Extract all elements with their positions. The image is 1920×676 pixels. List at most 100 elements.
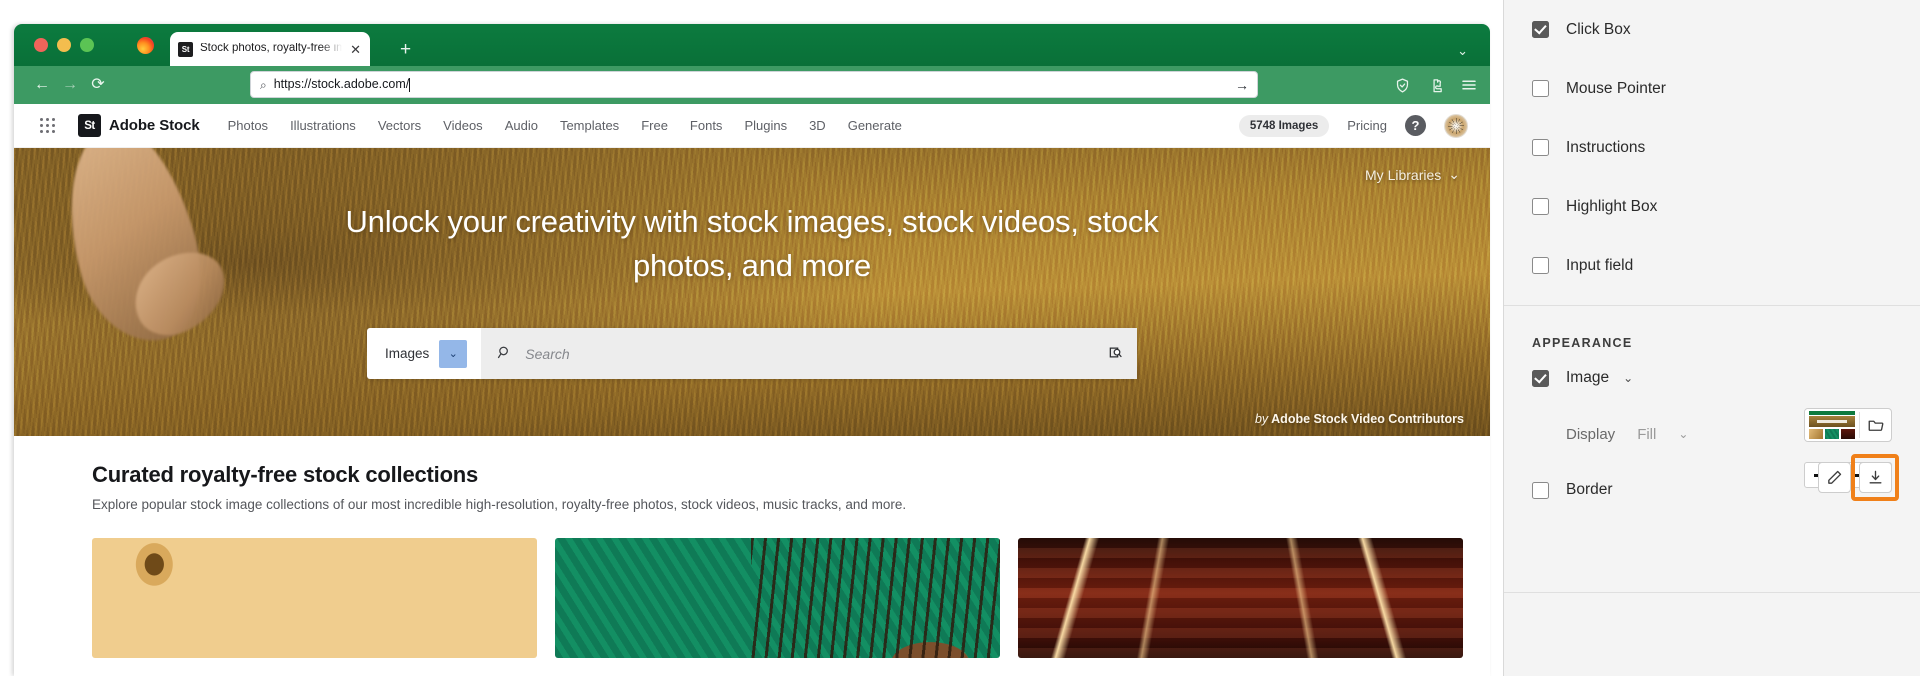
close-window-button[interactable] — [34, 38, 48, 52]
nav-link-photos[interactable]: Photos — [228, 118, 268, 133]
go-arrow-button[interactable]: → — [1235, 78, 1249, 92]
checkbox-mouse-pointer[interactable] — [1532, 80, 1549, 97]
checkbox-image[interactable] — [1532, 369, 1549, 387]
browser-tab[interactable]: St Stock photos, royalty-free imag ✕ — [170, 32, 370, 66]
avatar[interactable] — [1444, 113, 1468, 138]
firefox-logo-icon — [137, 37, 154, 54]
search-icon — [497, 345, 512, 363]
app-grid-icon[interactable] — [38, 117, 56, 135]
collection-card[interactable] — [1018, 538, 1463, 658]
search-input[interactable]: Search — [525, 346, 1094, 362]
adobe-stock-mark-icon: St — [78, 114, 101, 137]
help-icon[interactable]: ? — [1405, 115, 1426, 136]
nav-link-audio[interactable]: Audio — [505, 118, 538, 133]
nav-link-videos[interactable]: Videos — [443, 118, 483, 133]
my-libraries-menu[interactable]: My Libraries ⌄ — [1365, 166, 1460, 183]
image-thumbnail-preview[interactable] — [1805, 409, 1859, 441]
chevron-down-icon[interactable]: ⌄ — [1457, 44, 1468, 57]
address-bar[interactable]: ⌕ https://stock.adobe.com/ → — [250, 71, 1258, 98]
tab-title: Stock photos, royalty-free imag — [200, 43, 343, 55]
back-button[interactable]: ← — [28, 71, 56, 99]
thumbnail-card-2 — [1825, 429, 1839, 439]
browser-window: St Stock photos, royalty-free imag ✕ + ⌄… — [14, 24, 1490, 676]
browser-tab-strip: St Stock photos, royalty-free imag ✕ + ⌄ — [14, 24, 1490, 66]
brand-logo[interactable]: St Adobe Stock — [78, 114, 200, 137]
search-input-wrapper[interactable]: Search — [481, 328, 1137, 379]
forward-button[interactable]: → — [56, 71, 84, 99]
chevron-down-icon[interactable]: ⌄ — [1678, 427, 1688, 441]
maximize-window-button[interactable] — [80, 38, 94, 52]
web-page-content: St Adobe Stock Photos Illustrations Vect… — [14, 104, 1490, 676]
option-mouse-pointer[interactable]: Mouse Pointer — [1532, 59, 1920, 118]
browser-toolbar: ← → ⟳ ⌕ https://stock.adobe.com/ → — [14, 66, 1490, 104]
pricing-link[interactable]: Pricing — [1347, 118, 1387, 133]
chevron-down-icon[interactable]: ⌄ — [1623, 371, 1633, 385]
thumbnail-card-1 — [1809, 429, 1823, 439]
image-action-buttons — [1818, 462, 1892, 493]
collection-card[interactable] — [555, 538, 1000, 658]
download-image-button[interactable] — [1859, 462, 1892, 493]
hero-credit: by Adobe Stock Video Contributors — [1255, 412, 1464, 426]
collection-card[interactable] — [92, 538, 537, 658]
shield-icon[interactable] — [1394, 77, 1411, 94]
reload-button[interactable]: ⟳ — [84, 71, 112, 99]
appearance-heading: APPEARANCE — [1532, 336, 1633, 350]
image-source-control[interactable] — [1804, 408, 1892, 442]
site-header-right: 5748 Images Pricing ? — [1238, 113, 1468, 138]
appearance-image-row[interactable]: Image ⌄ — [1532, 350, 1920, 406]
nav-link-templates[interactable]: Templates — [560, 118, 619, 133]
nav-link-free[interactable]: Free — [641, 118, 668, 133]
option-highlight-box[interactable]: Highlight Box — [1532, 177, 1920, 236]
search-type-label: Images — [385, 346, 430, 361]
option-label: Instructions — [1566, 138, 1646, 156]
folder-icon[interactable] — [1860, 416, 1891, 434]
option-label: Input field — [1566, 256, 1634, 274]
appearance-border-label: Border — [1566, 481, 1613, 498]
hamburger-menu-icon[interactable] — [1460, 76, 1478, 94]
chevron-down-icon: ⌄ — [1448, 166, 1460, 182]
checkbox-click-box[interactable] — [1532, 21, 1549, 38]
minimize-window-button[interactable] — [57, 38, 71, 52]
screenshot-canvas: St Stock photos, royalty-free imag ✕ + ⌄… — [0, 0, 1503, 676]
properties-panel: Click Box Mouse Pointer Instructions Hig… — [1503, 0, 1920, 676]
edit-image-button[interactable] — [1818, 462, 1851, 493]
checkbox-border[interactable] — [1532, 481, 1549, 499]
tab-favicon-icon: St — [178, 41, 193, 57]
visual-search-icon[interactable] — [1107, 343, 1123, 364]
nav-link-vectors[interactable]: Vectors — [378, 118, 421, 133]
option-label: Mouse Pointer — [1566, 79, 1666, 97]
nav-link-plugins[interactable]: Plugins — [744, 118, 787, 133]
thumbnail-hero-searchbar — [1817, 420, 1847, 423]
checkbox-instructions[interactable] — [1532, 139, 1549, 156]
checkbox-input-field[interactable] — [1532, 257, 1549, 274]
my-libraries-label: My Libraries — [1365, 166, 1442, 183]
hero-banner: My Libraries ⌄ Unlock your creativity wi… — [14, 148, 1490, 436]
hero-credit-name: Adobe Stock Video Contributors — [1271, 412, 1464, 426]
nav-link-generate[interactable]: Generate — [848, 118, 902, 133]
options-section: Click Box Mouse Pointer Instructions Hig… — [1504, 0, 1920, 295]
appearance-display-value: Fill — [1637, 425, 1657, 443]
collections-grid — [92, 538, 1490, 658]
window-traffic-lights[interactable] — [34, 38, 94, 52]
search-type-selector[interactable]: Images ⌄ — [367, 339, 481, 368]
chevron-down-icon[interactable]: ⌄ — [439, 339, 468, 368]
hero-search-bar[interactable]: Images ⌄ Search — [367, 328, 1137, 379]
appearance-image-label: Image — [1566, 369, 1610, 386]
close-tab-icon[interactable]: ✕ — [349, 43, 362, 56]
image-count-badge[interactable]: 5748 Images — [1238, 114, 1330, 137]
extensions-icon[interactable] — [1427, 77, 1444, 94]
option-input-field[interactable]: Input field — [1532, 236, 1920, 295]
option-click-box[interactable]: Click Box — [1532, 0, 1920, 59]
new-tab-button[interactable]: + — [400, 40, 411, 59]
hero-credit-prefix: by — [1254, 412, 1269, 426]
collections-title: Curated royalty-free stock collections — [92, 462, 479, 487]
nav-link-fonts[interactable]: Fonts — [690, 118, 723, 133]
option-instructions[interactable]: Instructions — [1532, 118, 1920, 177]
thumbnail-card-3 — [1841, 429, 1855, 439]
nav-link-3d[interactable]: 3D — [809, 118, 826, 133]
nav-link-illustrations[interactable]: Illustrations — [290, 118, 356, 133]
checkbox-highlight-box[interactable] — [1532, 198, 1549, 215]
appearance-section: Image ⌄ Display Fill ⌄ Border — [1504, 350, 1920, 518]
option-label: Click Box — [1566, 20, 1631, 38]
text-caret — [409, 77, 411, 92]
